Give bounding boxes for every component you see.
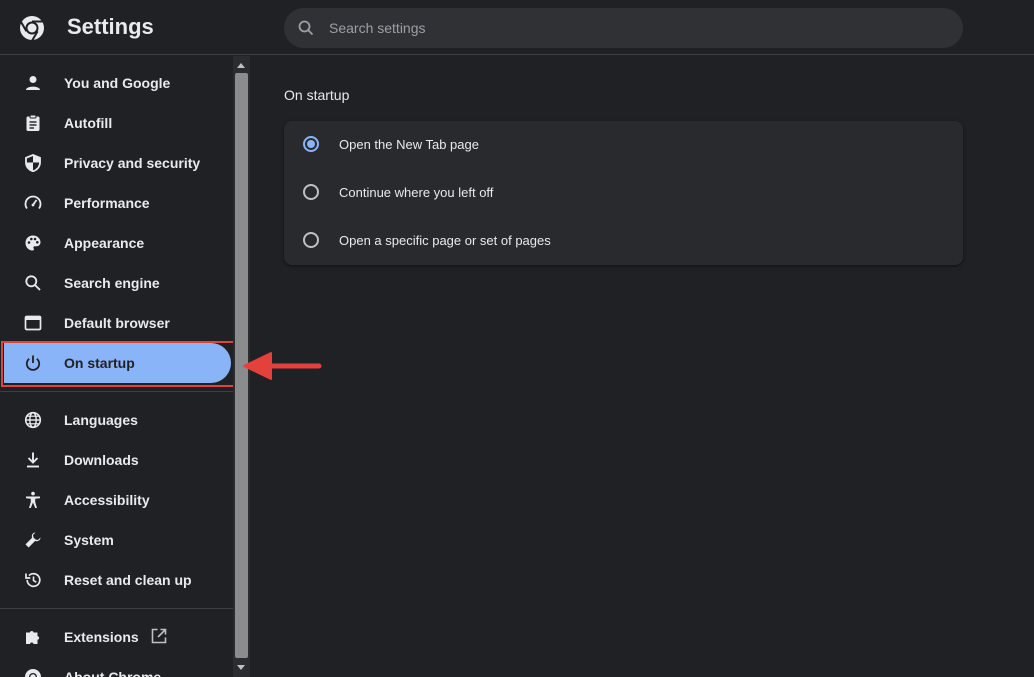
puzzle-icon (26, 631, 40, 644)
sidebar-item-label: Privacy and security (64, 155, 201, 171)
search-box[interactable] (284, 8, 963, 48)
shield-icon (25, 154, 41, 172)
top-bar: Settings (0, 0, 1034, 55)
app-title: Settings (67, 14, 154, 39)
speedometer-icon (24, 195, 42, 210)
sidebar-divider (0, 391, 233, 392)
sidebar-item-performance[interactable]: Performance (0, 183, 233, 223)
sidebar-item-search-engine[interactable]: Search engine (0, 263, 233, 303)
annotation-arrow-icon (243, 352, 322, 380)
wrench-icon (25, 532, 41, 548)
sidebar-item-label: Search engine (64, 275, 160, 291)
sidebar-item-downloads[interactable]: Downloads (0, 440, 233, 480)
sidebar-item-accessibility[interactable]: Accessibility (0, 480, 233, 520)
radio-button[interactable] (303, 232, 319, 248)
sidebar-item-label: Performance (64, 195, 150, 211)
sidebar-item-privacy-and-security[interactable]: Privacy and security (0, 143, 233, 183)
sidebar-item-autofill[interactable]: Autofill (0, 103, 233, 143)
sidebar-item-label: Autofill (64, 115, 113, 131)
sidebar-item-label: Languages (64, 412, 138, 428)
sidebar-divider (0, 608, 233, 609)
external-link-icon (151, 628, 167, 644)
sidebar-item-label: On startup (64, 355, 135, 371)
sidebar-item-about-chrome[interactable]: About Chrome (0, 657, 233, 677)
sidebar-item-label: Downloads (64, 452, 139, 468)
option-label: Open the New Tab page (339, 137, 479, 152)
palette-icon (25, 235, 41, 251)
radio-button[interactable] (303, 184, 319, 200)
option-label: Open a specific page or set of pages (339, 233, 551, 248)
globe-icon (24, 411, 42, 429)
option-label: Continue where you left off (339, 185, 494, 200)
search-icon (298, 20, 314, 36)
sidebar-item-reset-and-clean-up[interactable]: Reset and clean up (0, 560, 233, 600)
reset-icon (25, 572, 41, 588)
search-input[interactable] (329, 8, 929, 48)
sidebar-item-extensions[interactable]: Extensions (0, 617, 233, 657)
sidebar-item-on-startup[interactable]: On startup (4, 343, 231, 383)
sidebar-item-label: You and Google (64, 75, 171, 91)
sidebar-item-appearance[interactable]: Appearance (0, 223, 233, 263)
person-icon (26, 76, 40, 90)
power-icon (25, 355, 41, 371)
sidebar-item-label: System (64, 532, 114, 548)
sidebar-item-label: Accessibility (64, 492, 150, 508)
clipboard-icon (26, 114, 40, 131)
sidebar-item-languages[interactable]: Languages (0, 400, 233, 440)
accessibility-icon (26, 491, 40, 508)
chrome-icon (25, 669, 41, 677)
startup-option-new-tab[interactable]: Open the New Tab page (284, 121, 963, 169)
browser-icon (24, 315, 42, 331)
sidebar-item-label: Reset and clean up (64, 572, 192, 588)
sidebar-item-label: About Chrome (64, 669, 162, 677)
section-title: On startup (284, 87, 350, 103)
download-icon (27, 452, 39, 468)
sidebar-item-label: Extensions (64, 629, 139, 645)
sidebar-item-label: Default browser (64, 315, 170, 331)
radio-button[interactable] (303, 136, 319, 152)
sidebar-item-system[interactable]: System (0, 520, 233, 560)
startup-options-card: Open the New Tab page Continue where you… (284, 121, 963, 265)
sidebar-item-default-browser[interactable]: Default browser (0, 303, 233, 343)
scroll-up-arrow-icon[interactable] (237, 63, 245, 68)
startup-option-continue[interactable]: Continue where you left off (284, 169, 963, 217)
sidebar: You and Google Autofill Privacy and secu… (0, 56, 233, 677)
search-icon (25, 275, 41, 291)
sidebar-item-you-and-google[interactable]: You and Google (0, 63, 233, 103)
chrome-logo-icon (20, 16, 44, 41)
scroll-down-arrow-icon[interactable] (237, 665, 245, 670)
sidebar-item-label: Appearance (64, 235, 145, 251)
startup-option-specific-pages[interactable]: Open a specific page or set of pages (284, 217, 963, 265)
